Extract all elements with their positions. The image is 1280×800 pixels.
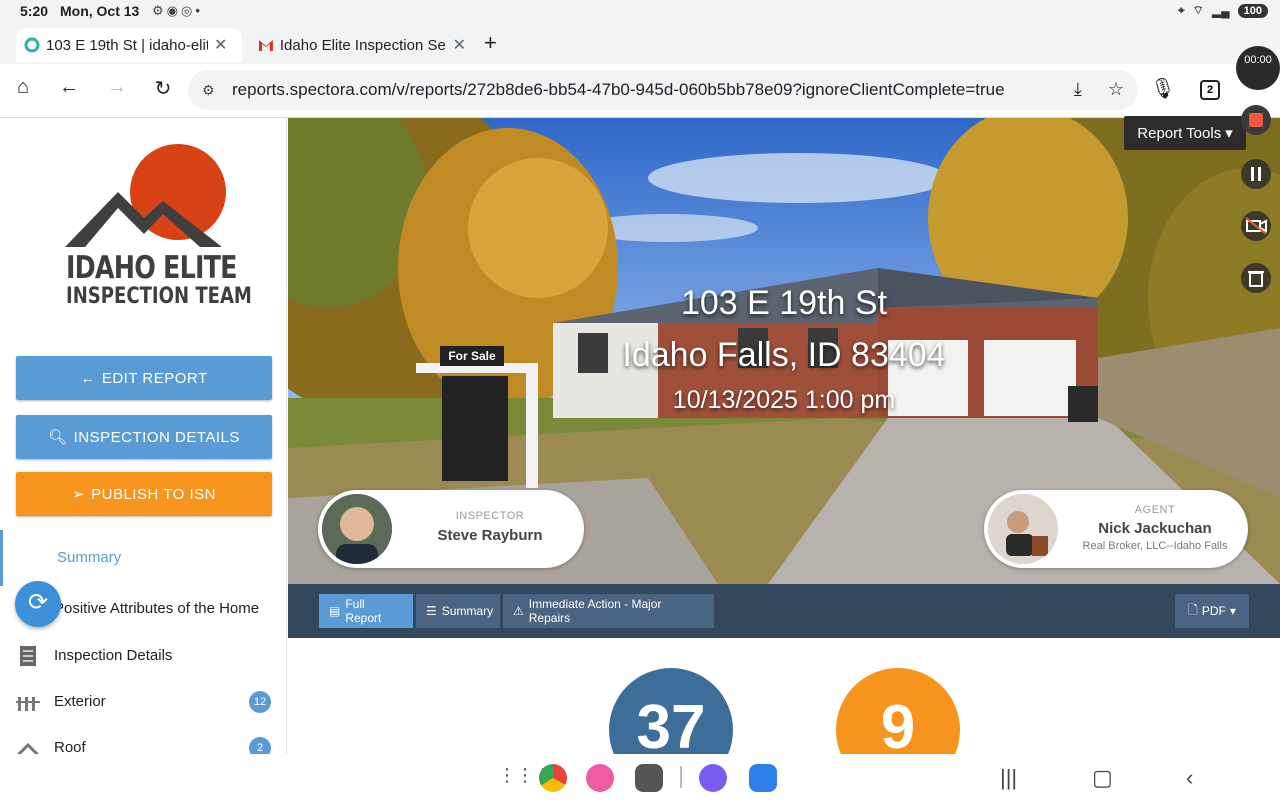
close-icon[interactable]: ✕ — [453, 35, 466, 55]
spectora-favicon-icon — [24, 37, 40, 53]
trash-icon — [1241, 263, 1271, 293]
home-button-icon[interactable]: ▢ — [1092, 765, 1113, 791]
back-arrow-icon[interactable]: ← — [54, 76, 84, 99]
sidebar-item-roof[interactable]: Roof 2 — [0, 729, 286, 754]
tab-title: 103 E 19th St | idaho-elite — [46, 36, 208, 54]
pdf-file-icon: 🗋 — [1188, 602, 1198, 617]
tab-summary[interactable]: ☰ Summary — [416, 594, 500, 628]
sync-icon: ⟳ — [27, 589, 49, 616]
edit-report-button[interactable]: ← EDIT REPORT — [16, 356, 272, 400]
camera-off-icon — [1241, 211, 1271, 241]
report-sidebar: IDAHO ELITE INSPECTION TEAM ← EDIT REPOR… — [0, 118, 287, 754]
tab-full-report[interactable]: ▤ Full Report — [319, 594, 413, 628]
system-status-bar: 5:20 Mon, Oct 13 ⚙◉◎• ⌖ ⌔ ▂▄ 100 — [0, 0, 1280, 24]
property-address-line2: Idaho Falls, ID 83404 — [622, 336, 946, 374]
chrome-app-icon[interactable] — [539, 764, 567, 792]
browser-toolbar: ⌂ ← → ↻ ⚙ reports.spectora.com/v/reports… — [0, 64, 1280, 118]
gmail-favicon-icon — [258, 40, 273, 51]
agent-avatar — [988, 494, 1058, 564]
caret-down-icon: ▾ — [1229, 604, 1236, 618]
inspection-details-button[interactable]: 🔍︎ INSPECTION DETAILS — [16, 415, 272, 459]
camera-off-button[interactable] — [1240, 210, 1272, 242]
logo-title: IDAHO ELITE — [66, 250, 237, 286]
tab-report[interactable]: 103 E 19th St | idaho-elite ✕ — [16, 28, 242, 62]
inspector-card: INSPECTOR Steve Rayburn — [318, 490, 584, 568]
notification-icons: ⚙◉◎• — [152, 3, 203, 18]
signal-icon: ▂▄ — [1211, 3, 1230, 18]
url-text[interactable]: reports.spectora.com/v/reports/272b8de6-… — [232, 80, 1005, 100]
tab-gmail[interactable]: Idaho Elite Inspection Se ✕ — [250, 28, 474, 62]
logo-subtitle: INSPECTION TEAM — [66, 284, 252, 309]
list-icon: ☰ — [426, 604, 437, 618]
messages-app-icon[interactable] — [749, 764, 777, 792]
clock: 5:20 — [20, 3, 49, 19]
screen-recorder-controls: 00:00 — [1232, 46, 1280, 300]
arrow-left-icon: ← — [80, 369, 96, 387]
report-summary-area: 37 9 — [288, 638, 1280, 754]
agent-name: Nick Jackuchan — [1098, 520, 1212, 537]
warning-icon: ⚠ — [513, 604, 524, 618]
microphone-icon[interactable]: 🎙 — [1148, 76, 1178, 101]
document-icon — [20, 646, 36, 666]
install-app-icon[interactable]: ⤓ — [1074, 79, 1082, 100]
delete-recording-button[interactable] — [1240, 262, 1272, 294]
stop-recording-button[interactable] — [1240, 104, 1272, 136]
address-bar[interactable]: ⚙ reports.spectora.com/v/reports/272b8de… — [188, 70, 1138, 110]
home-icon[interactable]: ⌂ — [8, 76, 38, 99]
stop-icon — [1241, 105, 1271, 135]
sidebar-item-summary[interactable]: Summary — [0, 530, 286, 586]
recent-apps-icon[interactable]: ||| — [1000, 765, 1017, 791]
agent-photo-icon — [988, 494, 1058, 564]
new-tab-button[interactable]: + — [484, 30, 497, 56]
issue-count-badge: 12 — [249, 691, 271, 713]
agent-card: AGENT Nick Jackuchan Real Broker, LLC--I… — [984, 490, 1248, 568]
tab-immediate-action[interactable]: ⚠ Immediate Action - Major Repairs — [503, 594, 714, 628]
report-view-toolbar: ▤ Full Report ☰ Summary ⚠ Immediate Acti… — [288, 584, 1280, 638]
site-settings-icon[interactable]: ⚙ — [202, 82, 222, 99]
inspector-role: INSPECTOR — [455, 510, 525, 522]
pause-icon — [1241, 159, 1271, 189]
inspector-name: Steve Rayburn — [437, 527, 543, 544]
sidebar-item-exterior[interactable]: Exterior 12 — [0, 683, 286, 723]
forward-arrow-icon[interactable]: → — [102, 76, 132, 99]
dock-divider — [680, 766, 682, 788]
pdf-dropdown-button[interactable]: 🗋 PDF ▾ — [1175, 594, 1249, 628]
recent-app-icon[interactable] — [699, 764, 727, 792]
issue-count-badge: 2 — [249, 737, 271, 754]
gallery-app-icon[interactable] — [586, 764, 614, 792]
agent-company: Real Broker, LLC--Idaho Falls — [1082, 540, 1228, 552]
camera-app-icon[interactable] — [635, 764, 663, 792]
property-address-line1: 103 E 19th St — [680, 284, 888, 322]
pause-recording-button[interactable] — [1240, 158, 1272, 190]
inspection-datetime: 10/13/2025 1:00 pm — [672, 386, 896, 414]
back-button-icon[interactable]: ‹ — [1186, 765, 1193, 791]
search-icon: 🔍︎ — [48, 429, 68, 446]
android-navigation-bar: ⋮⋮⋮ ||| ▢ ‹ — [0, 754, 1280, 800]
fence-icon — [16, 697, 40, 711]
inspector-photo-icon — [322, 494, 392, 564]
major-repairs-count: 9 — [836, 668, 960, 754]
sync-button[interactable]: ⟳ — [15, 581, 61, 627]
status-icons: ⌖ ⌔ ▂▄ 100 — [1178, 3, 1268, 18]
sidebar-item-inspection-details[interactable]: Inspection Details — [0, 637, 286, 677]
bookmark-star-icon[interactable]: ☆ — [1108, 79, 1124, 100]
date: Mon, Oct 13 — [60, 3, 140, 19]
battery-indicator: 100 — [1237, 3, 1268, 18]
close-icon[interactable]: ✕ — [214, 35, 227, 55]
inspector-avatar — [322, 494, 392, 564]
total-defects-count: 37 — [609, 668, 733, 754]
tab-title: Idaho Elite Inspection Se — [279, 36, 446, 54]
wifi-icon: ⌔ — [1192, 3, 1204, 17]
location-icon: ⌖ — [1177, 3, 1185, 17]
tab-switcher-button[interactable]: 2 — [1200, 80, 1220, 100]
roof-icon — [16, 742, 40, 754]
recording-timer: 00:00 — [1236, 46, 1280, 90]
browser-tab-strip: 103 E 19th St | idaho-elite ✕ Idaho Elit… — [0, 24, 1280, 64]
send-icon: ➢ — [72, 486, 86, 503]
reload-icon[interactable]: ↻ — [148, 76, 178, 101]
document-icon: ▤ — [329, 604, 341, 618]
publish-to-isn-button[interactable]: ➢ PUBLISH TO ISN — [16, 472, 272, 516]
report-tools-dropdown[interactable]: Report Tools ▾ — [1124, 116, 1246, 150]
agent-role: AGENT — [1134, 504, 1176, 516]
